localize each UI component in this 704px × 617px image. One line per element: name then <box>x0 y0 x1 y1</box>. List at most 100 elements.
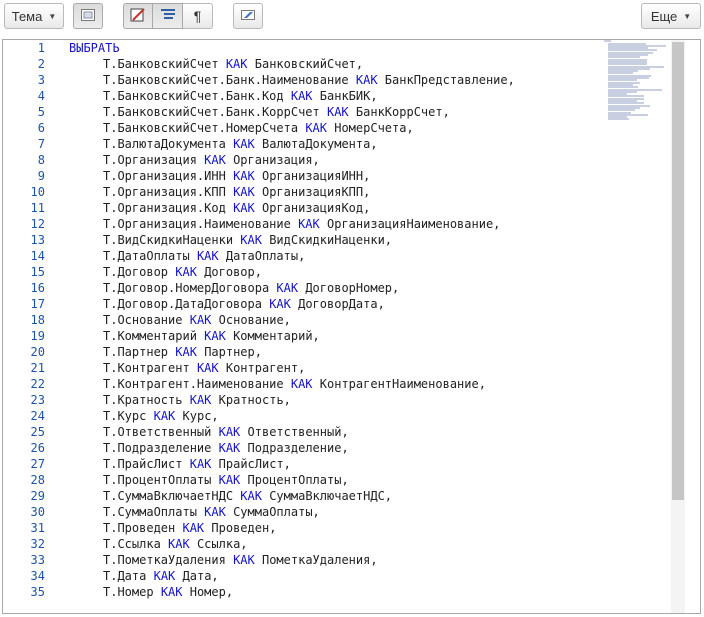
line-number: 35 <box>30 585 45 599</box>
keyword-as: КАК <box>305 121 327 135</box>
pilcrow-toggle-button[interactable]: ¶ <box>183 3 213 29</box>
line-number: 2 <box>37 57 45 71</box>
field-alias: Контрагент, <box>225 361 306 375</box>
highlight-toggle-button[interactable] <box>123 3 153 29</box>
line-number: 31 <box>30 521 45 535</box>
field-expression: Т.БанковскийСчет.Банк.Наименование <box>103 73 349 87</box>
form-toggle-button[interactable] <box>73 3 103 29</box>
line-number: 28 <box>30 473 45 487</box>
field-expression: Т.Курс <box>103 409 147 423</box>
code-line: Т.ВидСкидкиНаценки КАК ВидСкидкиНаценки, <box>69 232 670 248</box>
field-alias: ВалютаДокумента, <box>261 137 378 151</box>
field-expression: Т.ДатаОплаты <box>103 249 190 263</box>
code-line: Т.Ответственный КАК Ответственный, <box>69 424 670 440</box>
more-button[interactable]: Еще ▼ <box>641 3 701 29</box>
field-expression: Т.ПроцентОплаты <box>103 473 212 487</box>
field-expression: Т.БанковскийСчет.НомерСчета <box>103 121 299 135</box>
keyword-as: КАК <box>233 553 255 567</box>
keyword-as: КАК <box>196 361 219 375</box>
code-line: Т.БанковскийСчет.Банк.Наименование КАК Б… <box>69 72 670 88</box>
line-number: 22 <box>30 377 45 391</box>
field-alias: Кратность, <box>218 393 291 407</box>
code-line: Т.Организация.ИНН КАК ОрганизацияИНН, <box>69 168 670 184</box>
line-number: 5 <box>37 105 45 119</box>
form-icon <box>81 8 95 24</box>
code-line: Т.Организация.Код КАК ОрганизацияКод, <box>69 200 670 216</box>
field-expression: Т.Дата <box>103 569 147 583</box>
line-number: 7 <box>37 137 45 151</box>
field-expression: Т.Договор <box>103 265 169 279</box>
field-alias: Номер, <box>189 585 234 599</box>
line-number: 30 <box>30 505 45 519</box>
code-line: Т.Договор КАК Договор, <box>69 264 670 280</box>
field-alias: НомерСчета, <box>334 121 414 135</box>
field-expression: Т.Организация.Наименование <box>103 217 291 231</box>
line-number: 16 <box>30 281 45 295</box>
align-toggle-button[interactable] <box>153 3 183 29</box>
keyword-as: КАК <box>298 217 320 231</box>
code-line: Т.Организация КАК Организация, <box>69 152 670 168</box>
minimap-line <box>608 118 629 121</box>
code-line: Т.Проведен КАК Проведен, <box>69 520 670 536</box>
field-alias: ПометкаУдаления, <box>261 553 378 567</box>
keyword-as: КАК <box>189 313 212 327</box>
line-number: 24 <box>30 409 45 423</box>
code-area[interactable]: ВЫБРАТЬ Т.БанковскийСчет КАК БанковскийСч… <box>69 40 670 613</box>
code-line: Т.ПометкаУдаления КАК ПометкаУдаления, <box>69 552 670 568</box>
field-alias: Основание, <box>218 313 291 327</box>
line-number: 26 <box>30 441 45 455</box>
line-number: 14 <box>30 249 45 263</box>
code-line: Т.Дата КАК Дата, <box>69 568 670 584</box>
line-number: 32 <box>30 537 45 551</box>
line-number: 34 <box>30 569 45 583</box>
vertical-scrollbar[interactable] <box>671 40 685 613</box>
code-line: Т.Договор.ДатаДоговора КАК ДоговорДата, <box>69 296 670 312</box>
keyword-as: КАК <box>204 505 226 519</box>
query-text-editor[interactable]: 1 2 3 4 5 6 7 8 9 10 11 12 13 14 15 16 17 18 19 20 21 22 23 24 2… <box>2 39 701 614</box>
line-number: 20 <box>30 345 45 359</box>
keyword-as: КАК <box>153 569 176 583</box>
code-line: Т.БанковскийСчет.Банк.Код КАК БанкБИК, <box>69 88 670 104</box>
field-alias: ВидСкидкиНаценки, <box>269 233 393 247</box>
field-alias: Договор, <box>204 265 262 279</box>
code-minimap[interactable] <box>604 40 672 126</box>
scrollbar-thumb[interactable] <box>672 42 684 500</box>
code-line: Т.Контрагент.Наименование КАК Контрагент… <box>69 376 670 392</box>
field-alias: ДоговорДата, <box>298 297 385 311</box>
field-expression: Т.ВалютаДокумента <box>103 137 226 151</box>
field-alias: ОрганизацияКПП, <box>261 185 371 199</box>
theme-button-label: Тема <box>11 8 43 24</box>
field-expression: Т.Номер <box>103 585 154 599</box>
field-alias: ОрганизацияНаименование, <box>327 217 501 231</box>
code-line: Т.ПрайсЛист КАК ПрайсЛист, <box>69 456 670 472</box>
code-line: Т.Организация.Наименование КАК Организац… <box>69 216 670 232</box>
field-expression: Т.ПометкаУдаления <box>103 553 226 567</box>
theme-button[interactable]: Тема ▼ <box>4 3 64 29</box>
field-expression: Т.Ссылка <box>103 537 161 551</box>
field-expression: Т.Партнер <box>103 345 169 359</box>
field-alias: ДатаОплаты, <box>225 249 306 263</box>
keyword-as: КАК <box>204 153 226 167</box>
field-alias: Комментарий, <box>233 329 320 343</box>
line-number: 8 <box>37 153 45 167</box>
field-expression: Т.Контрагент.Наименование <box>103 377 284 391</box>
align-left-icon <box>160 8 175 24</box>
keyword-as: КАК <box>153 409 176 423</box>
field-expression: Т.Договор.НомерДоговора <box>103 281 270 295</box>
code-line: ВЫБРАТЬ <box>69 40 670 56</box>
keyword-as: КАК <box>240 233 262 247</box>
line-number: 33 <box>30 553 45 567</box>
code-line: Т.БанковскийСчет.НомерСчета КАК НомерСче… <box>69 120 670 136</box>
line-number: 6 <box>37 121 45 135</box>
field-alias: Дата, <box>182 569 219 583</box>
keyword-as: КАК <box>276 281 299 295</box>
field-expression: Т.Проведен <box>103 521 176 535</box>
eraser-button[interactable] <box>233 3 263 29</box>
code-line: Т.Ссылка КАК Ссылка, <box>69 536 670 552</box>
line-number: 23 <box>30 393 45 407</box>
keyword-as: КАК <box>204 329 226 343</box>
field-alias: Партнер, <box>204 345 262 359</box>
field-alias: КонтрагентНаименование, <box>319 377 486 391</box>
code-line: Т.Подразделение КАК Подразделение, <box>69 440 670 456</box>
field-alias: БанкПредставление, <box>384 73 515 87</box>
